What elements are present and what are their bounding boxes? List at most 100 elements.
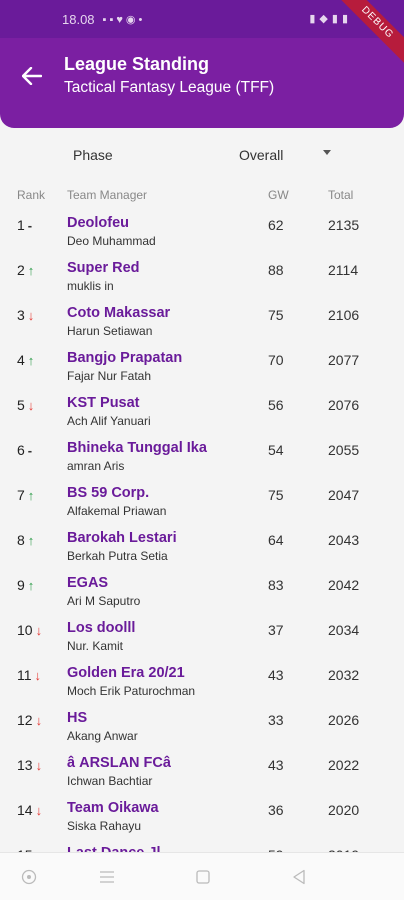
status-bar: 18.08 ▪▪♥◉• ▮◆▮▮ xyxy=(0,0,404,38)
arrow-down-icon: ↓ xyxy=(34,667,42,683)
arrow-down-icon: ↓ xyxy=(35,622,43,638)
triangle-back-icon xyxy=(293,869,305,885)
rank-number: 12 xyxy=(17,712,33,728)
total-points: 2032 xyxy=(328,667,360,683)
manager-name: Nur. Kamit xyxy=(67,639,124,653)
arrow-down-icon: ↓ xyxy=(35,757,43,773)
standing-row[interactable]: 6- Bhineka Tunggal Ika amran Aris 54 2055 xyxy=(0,437,404,482)
team-name: Bhineka Tunggal Ika xyxy=(67,440,207,456)
gameweek-points: 75 xyxy=(268,307,284,323)
team-name: â ARSLAN FCâ xyxy=(67,755,175,771)
column-header-team-manager: Team Manager xyxy=(67,188,148,202)
status-time: 18.08 xyxy=(62,11,95,27)
manager-name: Berkah Putra Setia xyxy=(67,549,168,563)
phase-label: Phase xyxy=(73,147,113,163)
square-icon xyxy=(196,870,210,884)
menu-icon xyxy=(100,871,114,883)
standing-row[interactable]: 14 ↓ Team Oikawa Siska Rahayu 36 2020 xyxy=(0,797,404,842)
arrow-down-icon: ↓ xyxy=(27,307,35,323)
arrow-up-icon: ↑ xyxy=(27,577,35,593)
no-change-icon: - xyxy=(27,217,33,233)
standing-row[interactable]: 5 ↓ KST Pusat Ach Alif Yanuari 56 2076 xyxy=(0,392,404,437)
team-name: EGAS xyxy=(67,575,109,591)
arrow-down-icon: ↓ xyxy=(35,712,43,728)
manager-name: Alfakemal Priawan xyxy=(67,504,167,518)
nav-recent-button[interactable] xyxy=(193,867,213,887)
standing-row[interactable]: 1- Deolofeu Deo Muhammad 62 2135 xyxy=(0,212,404,257)
gameweek-points: 37 xyxy=(268,622,284,638)
team-name: BS 59 Corp. xyxy=(67,485,150,501)
standing-row[interactable]: 3 ↓ Coto Makassar Harun Setiawan 75 2106 xyxy=(0,302,404,347)
arrow-up-icon: ↑ xyxy=(27,487,35,503)
phase-selected-value: Overall xyxy=(239,147,284,163)
rank-cell: 13 ↓ xyxy=(17,757,42,773)
gameweek-points: 62 xyxy=(268,217,284,233)
gameweek-points: 64 xyxy=(268,532,284,548)
rank-number: 6 xyxy=(17,442,25,458)
manager-name: Fajar Nur Fatah xyxy=(67,369,152,383)
team-name: Barokah Lestari xyxy=(67,530,177,546)
back-button[interactable] xyxy=(16,60,48,92)
gameweek-points: 36 xyxy=(268,802,284,818)
team-name: Deolofeu xyxy=(67,215,130,231)
team-name: Los doolll xyxy=(67,620,136,636)
arrow-up-icon: ↑ xyxy=(27,262,35,278)
home-circle-icon xyxy=(21,869,37,885)
gameweek-points: 54 xyxy=(268,442,284,458)
standing-row[interactable]: 2 ↑ Super Red muklis in 88 2114 xyxy=(0,257,404,302)
rank-cell: 5 ↓ xyxy=(17,397,34,413)
rank-cell: 1- xyxy=(17,217,32,233)
arrow-up-icon: ↑ xyxy=(27,352,35,368)
total-points: 2042 xyxy=(328,577,360,593)
nav-back-button[interactable] xyxy=(289,867,309,887)
manager-name: amran Aris xyxy=(67,459,125,473)
rank-number: 2 xyxy=(17,262,25,278)
arrow-down-icon: ↓ xyxy=(35,802,43,818)
rank-number: 3 xyxy=(17,307,25,323)
arrow-left-icon xyxy=(22,67,42,85)
manager-name: Siska Rahayu xyxy=(67,819,142,833)
manager-name: Ach Alif Yanuari xyxy=(67,414,151,428)
manager-name: Harun Setiawan xyxy=(67,324,153,338)
standing-row[interactable]: 11 ↓ Golden Era 20/21 Moch Erik Paturochman… xyxy=(0,662,404,707)
rank-number: 7 xyxy=(17,487,25,503)
gameweek-points: 43 xyxy=(268,757,284,773)
team-name: Team Oikawa xyxy=(67,800,159,816)
standing-row[interactable]: 7 ↑ BS 59 Corp. Alfakemal Priawan 75 2047 xyxy=(0,482,404,527)
team-name: HS xyxy=(67,710,88,726)
system-status-icons: ▮◆▮▮ xyxy=(309,13,352,25)
gameweek-points: 75 xyxy=(268,487,284,503)
gameweek-points: 56 xyxy=(268,397,284,413)
total-points: 2135 xyxy=(328,217,360,233)
nav-menu-button[interactable] xyxy=(97,867,117,887)
rank-number: 10 xyxy=(17,622,33,638)
standing-row[interactable]: 9 ↑ EGAS Ari M Saputro 83 2042 xyxy=(0,572,404,617)
page-title: League Standing xyxy=(64,54,210,74)
standing-row[interactable]: 13 ↓ â ARSLAN FCâ Ichwan Bachtiar 43 2022 xyxy=(0,752,404,797)
standing-row[interactable]: 4 ↑ Bangjo Prapatan Fajar Nur Fatah 70 2077 xyxy=(0,347,404,392)
standing-row[interactable]: 10 ↓ Los doolll Nur. Kamit 37 2034 xyxy=(0,617,404,662)
rank-cell: 6- xyxy=(17,442,32,458)
phase-dropdown[interactable]: Overall xyxy=(239,143,331,169)
manager-name: Akang Anwar xyxy=(67,729,138,743)
rank-cell: 3 ↓ xyxy=(17,307,34,323)
nav-home-button[interactable] xyxy=(19,867,39,887)
rank-cell: 12 ↓ xyxy=(17,712,42,728)
total-points: 2020 xyxy=(328,802,360,818)
column-header-gw: GW xyxy=(268,188,289,202)
standing-row[interactable]: 8 ↑ Barokah Lestari Berkah Putra Setia 64 204… xyxy=(0,527,404,572)
manager-name: Ichwan Bachtiar xyxy=(67,774,153,788)
phase-filter: Phase Overall xyxy=(0,143,404,169)
notification-icons: ▪▪♥◉• xyxy=(102,13,146,26)
rank-number: 9 xyxy=(17,577,25,593)
rank-number: 5 xyxy=(17,397,25,413)
rank-cell: 2 ↑ xyxy=(17,262,34,278)
team-name: KST Pusat xyxy=(67,395,140,411)
total-points: 2077 xyxy=(328,352,360,368)
rank-cell: 8 ↑ xyxy=(17,532,34,548)
standing-row[interactable]: 12 ↓ HS Akang Anwar 33 2026 xyxy=(0,707,404,752)
total-points: 2076 xyxy=(328,397,360,413)
total-points: 2106 xyxy=(328,307,360,323)
rank-cell: 7 ↑ xyxy=(17,487,34,503)
total-points: 2043 xyxy=(328,532,360,548)
